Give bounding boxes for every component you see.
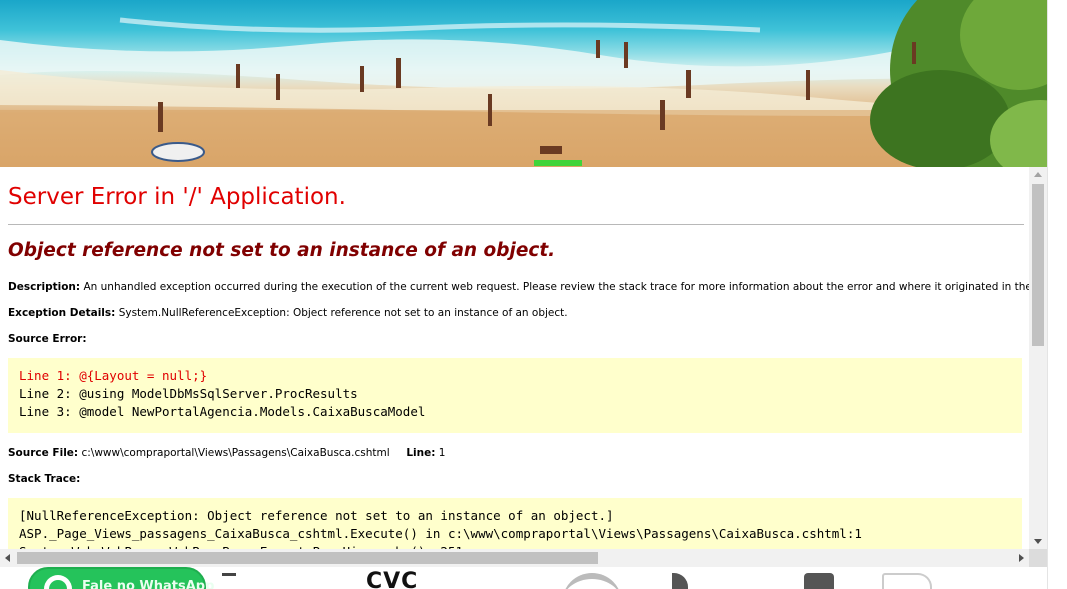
partner-logo-gol [562, 573, 622, 589]
line-label: Line: [406, 447, 436, 459]
source-line-2: Line 2: @using ModelDbMsSqlServer.ProcRe… [19, 386, 358, 401]
error-title: Server Error in '/' Application. [8, 184, 346, 210]
vertical-scrollbar[interactable] [1029, 167, 1047, 549]
stack-trace-label: Stack Trace: [8, 473, 81, 485]
source-file-path: c:\www\compraportal\Views\Passagens\Caix… [81, 447, 390, 459]
beach-illustration [0, 0, 1047, 167]
vertical-scroll-thumb[interactable] [1032, 184, 1044, 346]
source-file-line: Source File: c:\www\compraportal\Views\P… [8, 447, 445, 459]
stack-line-2: ASP._Page_Views_passagens_CaixaBusca_csh… [19, 526, 862, 541]
description-line: Description: An unhandled exception occu… [8, 281, 1047, 293]
page: Server Error in '/' Application. Object … [0, 0, 1067, 589]
description-text: An unhandled exception occurred during t… [83, 281, 1047, 293]
source-error-heading: Source Error: [8, 333, 87, 345]
partner-logos-strip: Fale no WhatsApp CVC [0, 567, 1047, 589]
scroll-down-arrow-icon[interactable] [1034, 539, 1042, 544]
scrollbar-corner [1029, 549, 1047, 567]
source-line-3: Line 3: @model NewPortalAgencia.Models.C… [19, 404, 426, 419]
line-number: 1 [438, 447, 446, 459]
horizontal-scroll-thumb[interactable] [17, 552, 598, 564]
exception-text: System.NullReferenceException: Object re… [118, 307, 568, 319]
source-error-code-block: Line 1: @{Layout = null;} Line 2: @using… [8, 358, 1022, 433]
description-label: Description: [8, 281, 81, 293]
source-file-label: Source File: [8, 447, 79, 459]
whatsapp-button[interactable]: Fale no WhatsApp [28, 567, 214, 589]
partner-logo-cvc: CVC [366, 569, 419, 589]
source-error-label: Source Error: [8, 333, 87, 345]
partner-logo-6 [882, 573, 932, 589]
partner-logo-1 [222, 573, 236, 589]
error-message: Object reference not set to an instance … [8, 240, 556, 261]
horizontal-scrollbar[interactable] [0, 549, 1029, 567]
scroll-left-arrow-icon[interactable] [5, 554, 10, 562]
source-line-1: Line 1: @{Layout = null;} [19, 368, 208, 383]
whatsapp-label: Fale no WhatsApp [82, 579, 215, 589]
exception-label: Exception Details: [8, 307, 116, 319]
partner-logo-5 [804, 573, 834, 589]
beach-banner-image [0, 0, 1047, 167]
scroll-right-arrow-icon[interactable] [1019, 554, 1024, 562]
scroll-up-arrow-icon[interactable] [1034, 172, 1042, 177]
page-right-margin [1047, 0, 1067, 589]
whatsapp-icon [44, 575, 72, 589]
error-page-frame: Server Error in '/' Application. Object … [0, 167, 1047, 566]
partner-logo-4 [672, 573, 688, 589]
stack-trace-heading: Stack Trace: [8, 473, 80, 485]
exception-details-line: Exception Details: System.NullReferenceE… [8, 307, 568, 319]
stack-line-1: [NullReferenceException: Object referenc… [19, 508, 614, 523]
divider [8, 224, 1024, 225]
